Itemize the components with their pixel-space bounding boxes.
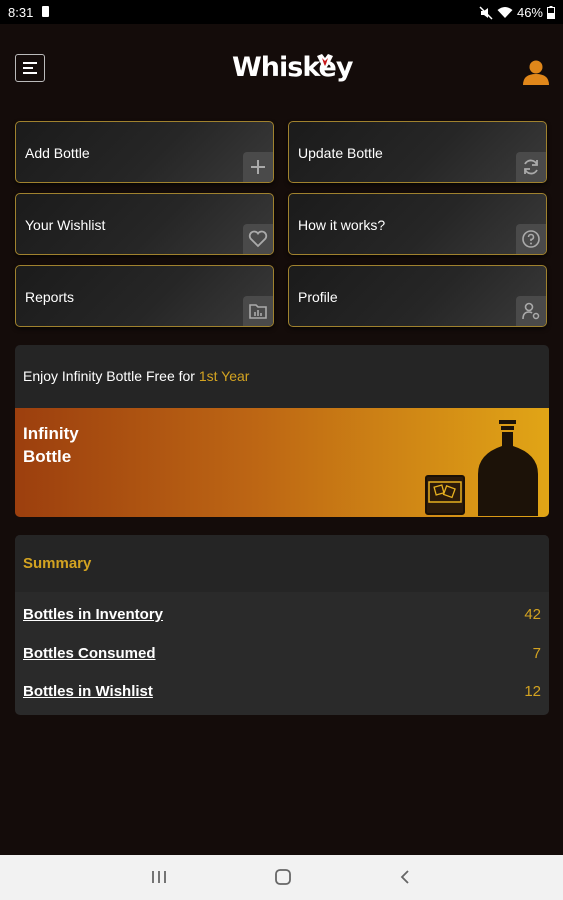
summary-header: Summary xyxy=(15,535,549,592)
reports-tile[interactable]: Reports xyxy=(15,265,274,327)
question-icon xyxy=(516,224,546,254)
promo-text: Enjoy Infinity Bottle Free for 1st Year xyxy=(23,368,249,384)
summary-row-value: 7 xyxy=(532,645,541,662)
refresh-icon xyxy=(516,152,546,182)
whiskey-bottle-glass-icon xyxy=(425,420,538,516)
banner-title: Infinity Bottle xyxy=(23,422,79,468)
summary-title: Summary xyxy=(23,555,92,572)
app-header: Whiskey xyxy=(0,24,563,114)
plus-icon xyxy=(243,152,273,182)
menu-button[interactable] xyxy=(15,54,45,82)
how-it-works-tile[interactable]: How it works? xyxy=(288,193,547,255)
status-bar: 8:31 46% xyxy=(0,0,563,24)
sim-card-icon xyxy=(42,6,49,17)
mute-icon xyxy=(479,5,493,20)
tile-label: Profile xyxy=(298,289,338,305)
summary-row-value: 42 xyxy=(524,606,541,623)
home-icon[interactable] xyxy=(274,869,292,885)
profile-tile[interactable]: Profile xyxy=(288,265,547,327)
update-bottle-tile[interactable]: Update Bottle xyxy=(288,121,547,183)
summary-row-label[interactable]: Bottles Consumed xyxy=(23,645,156,662)
tile-label: How it works? xyxy=(298,217,386,233)
summary-row-consumed[interactable]: Bottles Consumed 7 xyxy=(23,645,541,665)
tile-label: Update Bottle xyxy=(298,145,383,161)
tile-label: Add Bottle xyxy=(25,145,90,161)
summary-row-value: 12 xyxy=(524,683,541,700)
promo-message: Enjoy Infinity Bottle Free for xyxy=(23,368,199,384)
system-nav-bar xyxy=(0,855,563,900)
infinity-bottle-promo[interactable]: Enjoy Infinity Bottle Free for 1st Year … xyxy=(15,345,549,517)
logo-badge-icon xyxy=(317,54,333,70)
user-icon[interactable] xyxy=(522,59,550,85)
heart-icon xyxy=(243,224,273,254)
wishlist-tile[interactable]: Your Wishlist xyxy=(15,193,274,255)
app-logo: Whiskey xyxy=(232,52,353,83)
user-settings-icon xyxy=(516,296,546,326)
summary-card: Summary Bottles in Inventory 42 Bottles … xyxy=(15,535,549,715)
status-time: 8:31 xyxy=(8,5,34,20)
summary-row-inventory[interactable]: Bottles in Inventory 42 xyxy=(23,606,541,626)
back-icon[interactable] xyxy=(398,869,412,885)
battery-icon xyxy=(547,6,555,19)
recent-apps-icon[interactable] xyxy=(150,869,168,885)
battery-percentage: 46% xyxy=(516,5,543,20)
summary-row-label[interactable]: Bottles in Inventory xyxy=(23,606,163,623)
banner-title-line1: Infinity xyxy=(23,424,79,443)
infinity-bottle-banner[interactable]: Infinity Bottle xyxy=(15,408,549,517)
summary-row-label[interactable]: Bottles in Wishlist xyxy=(23,683,153,700)
promo-highlight: 1st Year xyxy=(198,368,250,384)
tile-label: Your Wishlist xyxy=(25,217,106,233)
status-icons: 46% xyxy=(479,5,555,20)
chart-folder-icon xyxy=(243,296,273,326)
add-bottle-tile[interactable]: Add Bottle xyxy=(15,121,274,183)
tile-label: Reports xyxy=(25,289,75,305)
banner-title-line2: Bottle xyxy=(23,447,72,466)
wifi-icon xyxy=(497,7,513,18)
summary-row-wishlist[interactable]: Bottles in Wishlist 12 xyxy=(23,683,541,703)
